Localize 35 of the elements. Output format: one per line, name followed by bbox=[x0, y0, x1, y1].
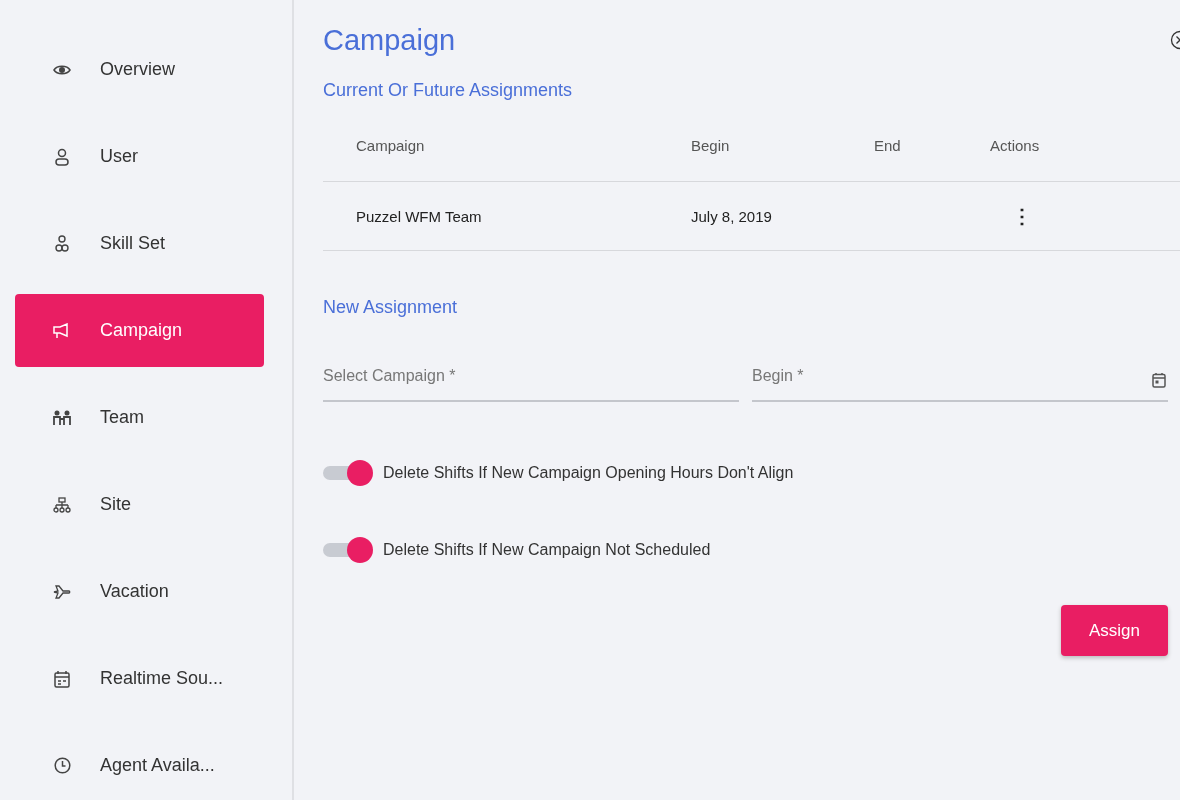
column-header: Actions bbox=[990, 136, 1041, 154]
column-header: Begin bbox=[691, 136, 731, 154]
people-icon bbox=[55, 234, 69, 253]
sidebar-item[interactable]: Site bbox=[15, 468, 264, 541]
column-header: End bbox=[874, 136, 902, 154]
sidebar-item[interactable]: User bbox=[15, 120, 264, 193]
assign-button[interactable]: Assign bbox=[1061, 605, 1168, 656]
team-icon bbox=[53, 409, 71, 426]
section-title: Current Or Future Assignments bbox=[323, 80, 574, 101]
sidebar-item[interactable]: Campaign bbox=[15, 294, 264, 367]
toggle-switch[interactable] bbox=[323, 460, 373, 486]
airplane-icon bbox=[53, 583, 71, 600]
calendar-icon bbox=[54, 669, 70, 688]
calendar-icon[interactable] bbox=[1152, 372, 1166, 388]
sidebar-item[interactable]: Team bbox=[15, 381, 264, 454]
panel-title: Campaign bbox=[323, 23, 456, 57]
section-title: New Assignment bbox=[323, 297, 459, 318]
table-cell-text: July 8, 2019 bbox=[691, 207, 773, 225]
sidebar-item[interactable]: Vacation bbox=[15, 555, 264, 628]
more-button[interactable]: ⋮ bbox=[1012, 204, 1024, 228]
sidebar-item[interactable]: Skill Set bbox=[15, 207, 264, 280]
date-field[interactable]: Begin * bbox=[752, 356, 1168, 402]
toggle-switch[interactable] bbox=[323, 537, 373, 563]
table-cell-text: Puzzel WFM Team bbox=[356, 207, 483, 225]
sidebar-item[interactable]: Realtime Sou... bbox=[15, 642, 264, 715]
toggle-label: Delete Shifts If New Campaign Not Scheduled bbox=[383, 541, 711, 559]
column-header: Campaign bbox=[356, 136, 426, 154]
user-icon bbox=[55, 147, 69, 166]
megaphone-icon bbox=[53, 322, 71, 339]
sidebar-item[interactable]: Agent Availa... bbox=[15, 729, 264, 800]
sitemap-icon bbox=[53, 496, 71, 513]
clock-icon bbox=[53, 757, 71, 774]
toggle-label: Delete Shifts If New Campaign Opening Hours Don't Align bbox=[383, 464, 794, 482]
sidebar-item[interactable]: Overview bbox=[15, 33, 264, 106]
select-field[interactable]: Select Campaign * bbox=[323, 356, 739, 402]
